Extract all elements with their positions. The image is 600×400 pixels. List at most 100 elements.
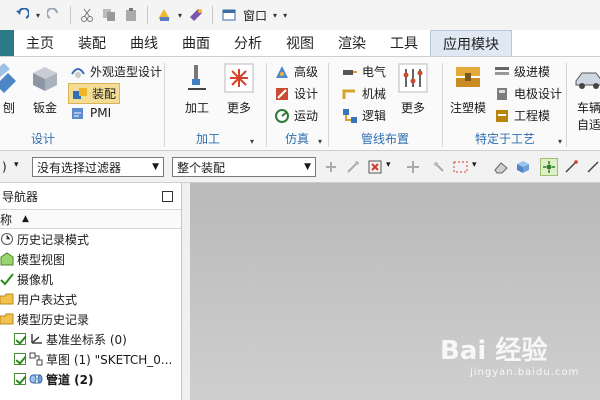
line-endpoint-icon[interactable] bbox=[562, 158, 580, 176]
design-simulation-button[interactable]: 设计 bbox=[274, 85, 318, 102]
engineering-die-label: 工程模 bbox=[514, 109, 551, 123]
tree-item-history-mode[interactable]: 历史记录模式 bbox=[0, 229, 181, 249]
routing-more-button[interactable]: 更多 bbox=[398, 63, 428, 116]
window-icon[interactable] bbox=[221, 7, 237, 23]
appearance-label: 外观造型设计 bbox=[90, 65, 163, 79]
motion-button[interactable]: 运动 bbox=[274, 107, 318, 124]
eraser-icon[interactable] bbox=[492, 158, 510, 176]
electrode-design-button[interactable]: 电极设计 bbox=[494, 85, 562, 102]
simulation-expand-icon[interactable]: ▾ bbox=[318, 137, 322, 146]
machining-button[interactable]: 加工 bbox=[182, 63, 212, 116]
filter-wand-icon[interactable] bbox=[344, 158, 362, 176]
group-divider bbox=[566, 63, 567, 147]
cut-icon[interactable] bbox=[79, 7, 95, 23]
repeat-command-icon[interactable] bbox=[156, 7, 172, 23]
assembly-label: 装配 bbox=[92, 87, 117, 101]
pmi-button[interactable]: PMI bbox=[70, 105, 111, 121]
sheetmetal-button[interactable]: 钣金 bbox=[30, 63, 60, 116]
logic-routing-button[interactable]: 逻辑 bbox=[342, 107, 386, 124]
move-handle-icon[interactable] bbox=[404, 158, 422, 176]
navigator-column-header[interactable]: 称 ▲ bbox=[0, 209, 181, 229]
file-tab-edge[interactable] bbox=[0, 30, 14, 56]
visibility-checkbox[interactable] bbox=[14, 373, 26, 385]
tree-item-label: 管道 (2) bbox=[46, 372, 94, 387]
ribbon-panel: 刨 钣金 设计 外观造型设计 装配 PMI 加工 更多 加工 ▾ 高级 设计 运… bbox=[0, 57, 600, 151]
injection-mold-icon bbox=[456, 67, 480, 87]
solid-body-icon[interactable] bbox=[514, 158, 532, 176]
process-expand-icon[interactable]: ▾ bbox=[558, 137, 562, 146]
visibility-checkbox[interactable] bbox=[14, 333, 26, 345]
mechanical-icon bbox=[342, 89, 355, 99]
redo-icon[interactable] bbox=[46, 7, 62, 23]
copy-icon[interactable] bbox=[101, 7, 117, 23]
datum-csys-icon bbox=[31, 334, 42, 344]
toolbar-divider bbox=[70, 6, 72, 24]
machining-more-button[interactable]: 更多 bbox=[224, 63, 254, 116]
electrical-routing-button[interactable]: 电气 bbox=[342, 63, 386, 80]
tab-surface[interactable]: 曲面 bbox=[170, 30, 222, 56]
touch-mode-icon[interactable] bbox=[188, 7, 204, 23]
snap-points-active-icon[interactable] bbox=[540, 158, 558, 176]
tree-item-model-history[interactable]: 模型历史记录 bbox=[0, 309, 181, 329]
process-group-label: 特定于工艺 bbox=[474, 132, 535, 146]
pmi-label: PMI bbox=[90, 106, 112, 120]
tree-item-tube[interactable]: 管道 (2) bbox=[0, 369, 181, 389]
scope-value: 整个装配 bbox=[177, 160, 226, 175]
tree-item-user-expressions[interactable]: 用户表达式 bbox=[0, 289, 181, 309]
tab-home[interactable]: 主页 bbox=[14, 30, 66, 56]
selection-scope-icon[interactable] bbox=[366, 158, 384, 176]
vehicle-design-button[interactable]: 车辆 自适 bbox=[574, 63, 600, 133]
tree-item-cameras[interactable]: 摄像机 bbox=[0, 269, 181, 289]
customize-qat-icon[interactable]: ▾ bbox=[283, 11, 287, 20]
tab-application[interactable]: 应用模块 bbox=[430, 30, 512, 56]
tab-curve[interactable]: 曲线 bbox=[118, 30, 170, 56]
rectangle-select-dropdown-icon[interactable]: ▾ bbox=[472, 160, 477, 170]
type-filter-dropdown-icon[interactable]: ▾ bbox=[14, 160, 19, 170]
selection-scope-dropdown-icon[interactable]: ▾ bbox=[386, 160, 391, 170]
more-star-icon bbox=[224, 63, 254, 93]
appearance-design-button[interactable]: 外观造型设计 bbox=[70, 63, 162, 80]
pick-tool-icon[interactable] bbox=[430, 158, 448, 176]
progressive-die-button[interactable]: 级进模 bbox=[494, 63, 550, 80]
visibility-checkbox[interactable] bbox=[14, 353, 26, 365]
engineering-die-button[interactable]: 工程模 bbox=[494, 107, 550, 124]
selection-filter-dropdown[interactable]: 没有选择过滤器 ▼ bbox=[32, 157, 164, 177]
machining-expand-icon[interactable]: ▾ bbox=[250, 137, 254, 146]
tree-item-label: 草图 (1) "SKETCH_0... bbox=[46, 352, 173, 367]
tree-item-model-views[interactable]: 模型视图 bbox=[0, 249, 181, 269]
window-menu-label[interactable]: 窗口 bbox=[243, 7, 267, 24]
design-group-label: 设计 bbox=[30, 132, 55, 146]
sort-ascending-icon: ▲ bbox=[22, 214, 29, 224]
watermark-url: jingyan.baidu.com bbox=[470, 367, 580, 378]
paste-icon[interactable] bbox=[123, 7, 139, 23]
mechanical-routing-button[interactable]: 机械 bbox=[342, 85, 386, 102]
simulation-group: 高级 设计 运动 仿真 ▾ bbox=[268, 57, 326, 151]
vehicle-group: 车辆 自适 bbox=[570, 57, 600, 151]
scope-dropdown[interactable]: 整个装配 ▼ bbox=[172, 157, 316, 177]
drafting-button[interactable]: 刨 bbox=[0, 63, 24, 116]
type-filter-fragment[interactable]: ) bbox=[2, 160, 7, 174]
electrode-label: 电极设计 bbox=[514, 87, 563, 101]
injection-mold-button[interactable]: 注塑模 bbox=[450, 63, 486, 116]
assembly-module-button[interactable]: 装配 bbox=[68, 83, 121, 104]
watermark-logo: Bai 经验 jingyan.baidu.com bbox=[440, 330, 579, 378]
tab-render[interactable]: 渲染 bbox=[326, 30, 378, 56]
rectangle-select-icon[interactable] bbox=[452, 158, 470, 176]
tab-tools[interactable]: 工具 bbox=[378, 30, 430, 56]
maximize-icon[interactable] bbox=[162, 191, 173, 202]
window-dropdown-icon[interactable]: ▾ bbox=[273, 11, 277, 20]
snap-point-icon[interactable] bbox=[322, 158, 340, 176]
tab-assembly[interactable]: 装配 bbox=[66, 30, 118, 56]
undo-dropdown-icon[interactable]: ▾ bbox=[36, 11, 40, 20]
repeat-dropdown-icon[interactable]: ▾ bbox=[178, 11, 182, 20]
tree-item-sketch[interactable]: 草图 (1) "SKETCH_0... bbox=[0, 349, 181, 369]
undo-icon[interactable] bbox=[14, 7, 30, 23]
tab-analysis[interactable]: 分析 bbox=[222, 30, 274, 56]
advanced-simulation-button[interactable]: 高级 bbox=[274, 63, 318, 80]
tree-item-datum-csys[interactable]: 基准坐标系 (0) bbox=[0, 329, 181, 349]
vehicle-label-1: 车辆 bbox=[576, 101, 600, 115]
tab-view[interactable]: 视图 bbox=[274, 30, 326, 56]
progressive-die-icon bbox=[495, 66, 509, 75]
design-simulation-icon bbox=[276, 87, 288, 100]
line-midpoint-icon[interactable] bbox=[584, 158, 600, 176]
